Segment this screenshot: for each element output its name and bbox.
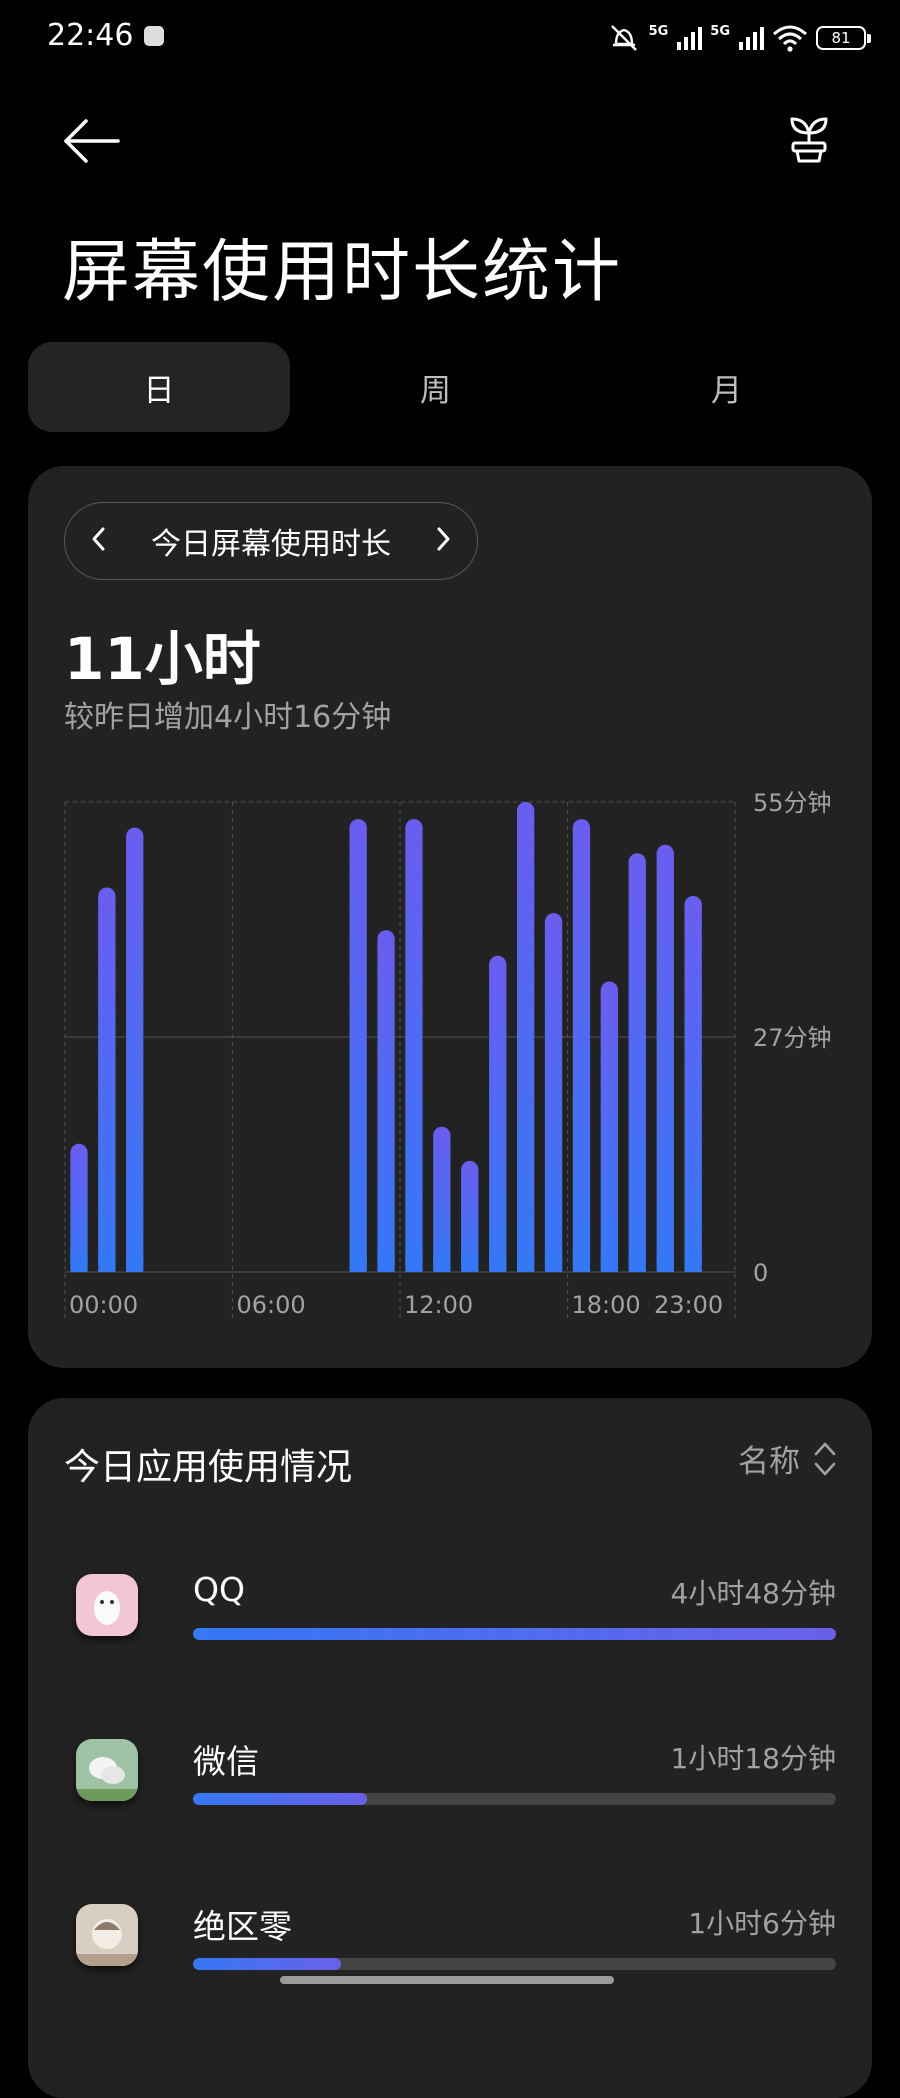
signal-icon-1 [677,27,703,50]
status-bar: 22:46 5G 5G 81 [0,0,900,76]
home-indicator [280,1976,614,1984]
period-tabs: 日 周 月 [28,342,872,432]
chart-bar [70,1143,88,1272]
notification-icon [144,26,164,46]
x-tick-label: 12:00 [404,1291,473,1319]
signal-icon-2 [739,27,764,50]
x-tick-label: 18:00 [572,1291,641,1319]
status-icons: 5G 5G 81 [607,18,871,58]
chart-bar-base [377,1254,395,1272]
x-tick-label: 06:00 [237,1291,306,1319]
chart-bar [684,896,702,1272]
mute-bell-icon [610,25,637,51]
chart-bar [517,802,535,1272]
chart-bar-base [70,1254,88,1272]
period-selector: 今日屏幕使用时长 [64,502,478,580]
chart-bar-base [433,1254,451,1272]
arrow-left-icon [64,119,120,163]
tab-week[interactable]: 周 [290,342,581,432]
chart-bar-base [461,1254,479,1272]
chart-bar-base [684,1254,702,1272]
tab-month[interactable]: 月 [581,342,872,432]
chart-bar [126,827,144,1272]
qq-app-icon [76,1574,138,1636]
chart-bar-base [489,1254,507,1272]
y-tick-label: 55分钟 [753,789,832,817]
period-label: 今日屏幕使用时长 [151,527,391,562]
chart-bar [405,819,423,1272]
app-row-zenless-zone-zero[interactable]: 绝区零 1小时6分钟 [28,1900,872,2040]
chart-bar [572,819,591,1272]
battery-level: 81 [831,29,851,47]
chart-y-labels: 55分钟 27分钟 0 [753,789,832,1287]
network-label-2: 5G [710,23,730,39]
sort-up-down-icon [814,1442,836,1475]
comparison-text: 较昨日增加4小时16分钟 [64,700,392,735]
app-usage-card: 今日应用使用情况 名称 QQ 4小时48分钟 微信 1小时18分钟 绝区零 1小… [28,1398,872,2098]
next-period-button[interactable] [433,526,453,556]
app-row-qq[interactable]: QQ 4小时48分钟 [28,1570,872,1710]
chart-bar [656,844,674,1272]
page-title: 屏幕使用时长统计 [62,233,623,312]
chart-bar-base [517,1254,535,1272]
prev-period-button[interactable] [89,526,109,556]
sort-button[interactable]: 名称 [738,1436,838,1481]
chart-bar-base [656,1254,674,1272]
battery-icon: 81 [816,26,871,50]
app-name: 绝区零 [193,1907,292,1946]
chart-bar-base [405,1254,423,1272]
y-tick-label: 0 [753,1259,768,1287]
chart-bar-base [126,1254,144,1272]
network-label-1: 5G [648,23,669,39]
wechat-app-icon [76,1739,138,1801]
x-tick-label: 00:00 [69,1291,138,1319]
y-tick-label: 27分钟 [753,1024,832,1052]
app-usage-bar-fill [193,1628,836,1640]
x-tick-label: 23:00 [654,1291,723,1319]
chart-x-labels: 00:00 06:00 12:00 18:00 23:00 [69,1291,723,1319]
app-usage-bar [193,1628,836,1640]
total-usage-value: 11小时 [64,625,261,693]
chart-bar-base [544,1254,563,1272]
chart-bar-base [628,1254,646,1272]
app-name: QQ [193,1570,245,1609]
chevron-right-icon [437,527,450,551]
app-name: 微信 [193,1742,259,1781]
chart-bar [349,819,367,1272]
app-usage-bar-fill [193,1958,341,1970]
sprout-icon [790,117,828,163]
status-time: 22:46 [47,18,134,53]
chart-bar [628,853,646,1272]
chart-bar [98,887,116,1272]
healthy-usage-button[interactable] [784,113,834,165]
app-usage-time: 4小时48分钟 [670,1577,836,1610]
chart-bar [377,930,395,1272]
chart-bar-base [349,1254,367,1272]
app-row-wechat[interactable]: 微信 1小时18分钟 [28,1735,872,1875]
chart-bar-base [572,1254,591,1272]
app-usage-title: 今日应用使用情况 [64,1447,353,1488]
tab-day[interactable]: 日 [28,342,290,432]
sort-label: 名称 [738,1444,800,1480]
chevron-left-icon [92,527,105,551]
app-usage-bar [193,1958,836,1970]
chart-bar [544,913,563,1272]
app-usage-time: 1小时18分钟 [670,1742,836,1775]
chart-bar [600,981,618,1272]
usage-chart-card: 今日屏幕使用时长 11小时 较昨日增加4小时16分钟 55分钟 27分钟 0 00:… [28,466,872,1368]
wifi-icon [773,25,807,52]
app-usage-bar-fill [193,1793,367,1805]
back-button[interactable] [62,116,122,166]
usage-bar-chart: 55分钟 27分钟 0 00:00 06:00 12:00 18:00 23:00 [64,789,832,1319]
app-usage-bar [193,1793,836,1805]
chart-bar [433,1126,451,1272]
chart-bar-base [600,1254,618,1272]
zenless-zone-zero-app-icon [76,1904,138,1966]
chart-bar-base [98,1254,116,1272]
app-usage-time: 1小时6分钟 [688,1907,836,1940]
chart-bar [489,955,507,1272]
